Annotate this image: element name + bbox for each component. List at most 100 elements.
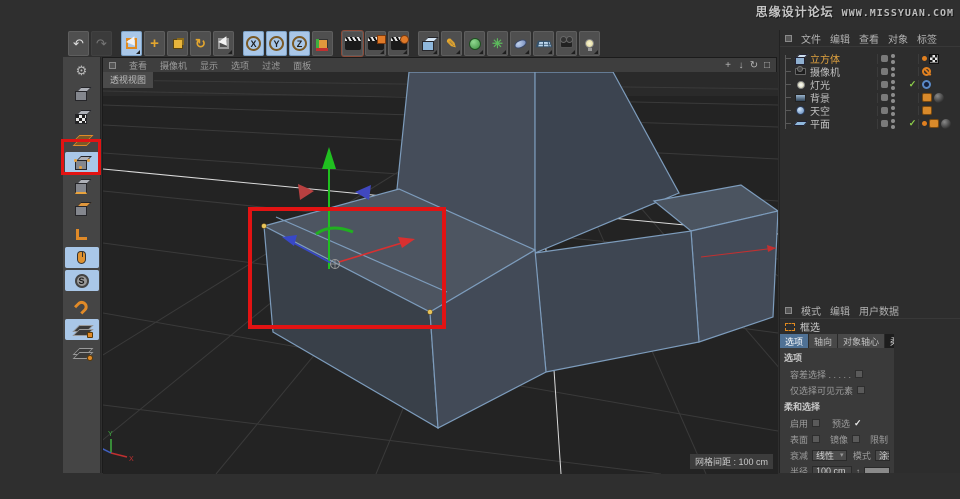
make-editable-button[interactable]: ⚙ <box>65 60 99 81</box>
object-row-plane[interactable]: 平面 ✓ <box>780 117 960 130</box>
rotate-button[interactable]: ↻ <box>190 31 211 56</box>
polygons-mode-button[interactable] <box>65 198 99 219</box>
viewport-solo-button[interactable] <box>65 247 99 268</box>
om-menu-objects[interactable]: 对象 <box>888 31 908 46</box>
texture-mode-button[interactable] <box>65 106 99 127</box>
vp-menu-display[interactable]: 显示 <box>200 59 218 72</box>
enable-axis-button[interactable] <box>65 224 99 245</box>
render-view-button[interactable] <box>342 31 363 56</box>
floor-environment-button[interactable] <box>533 31 554 56</box>
om-menu-edit[interactable]: 编辑 <box>830 31 850 46</box>
layer-toggle[interactable] <box>881 120 888 127</box>
add-light-button[interactable] <box>579 31 600 56</box>
rotate-view-icon[interactable]: ↻ <box>749 60 759 71</box>
lock-x-axis-button[interactable]: X <box>243 31 264 56</box>
spline-pen-button[interactable]: ✎ <box>441 31 462 56</box>
material-tag-icon[interactable] <box>941 119 951 129</box>
om-menu-file[interactable]: 文件 <box>801 31 821 46</box>
perspective-view-tab[interactable]: 透视视图 <box>103 72 154 89</box>
model-mode-button[interactable] <box>65 83 99 104</box>
om-menu-view[interactable]: 查看 <box>859 31 879 46</box>
deformer-button[interactable] <box>510 31 531 56</box>
vp-menu-filter[interactable]: 过滤 <box>262 59 280 72</box>
tab-options[interactable]: 选项 <box>780 334 809 348</box>
target-tag-icon[interactable] <box>922 80 931 89</box>
tab-soft-selection[interactable]: 柔和选择 <box>885 334 894 348</box>
scale-button[interactable] <box>167 31 188 56</box>
visibility-dots[interactable] <box>891 67 895 77</box>
layer-toggle[interactable] <box>881 55 888 62</box>
vp-menu-options[interactable]: 选项 <box>231 59 249 72</box>
lock-workplane-button[interactable] <box>65 319 99 340</box>
material-tag-icon[interactable] <box>934 93 944 103</box>
render-to-picture-viewer-button[interactable] <box>365 31 386 56</box>
visibility-dots[interactable] <box>891 93 895 103</box>
add-camera-button[interactable] <box>556 31 577 56</box>
mode-dropdown[interactable]: 涂抹 <box>875 450 890 461</box>
subdivision-surface-button[interactable] <box>464 31 485 56</box>
move-button[interactable]: + <box>144 31 165 56</box>
vp-menu-view[interactable]: 查看 <box>129 59 147 72</box>
snap-settings-button[interactable]: S <box>65 270 99 291</box>
visibility-dots[interactable] <box>891 106 895 116</box>
texture-tag-icon[interactable] <box>929 54 939 64</box>
om-menu-tags[interactable]: 标签 <box>917 31 937 46</box>
visible-only-row: 仅选择可见元素 <box>780 382 894 398</box>
enabled-check[interactable]: ✓ <box>907 79 918 90</box>
preselect-checkmark[interactable]: ✓ <box>854 418 862 429</box>
dropdown-arrow-icon: ▾ <box>840 451 844 459</box>
layer-toggle[interactable] <box>881 81 888 88</box>
compositing-tag-icon[interactable] <box>922 106 932 115</box>
vp-menu-cameras[interactable]: 摄像机 <box>160 59 187 72</box>
phong-tag-icon[interactable] <box>922 121 927 126</box>
modeling-generator-button[interactable]: ✳ <box>487 31 508 56</box>
live-selection-button[interactable] <box>121 31 142 56</box>
visibility-dots[interactable] <box>891 119 895 129</box>
edges-mode-button[interactable] <box>65 175 99 196</box>
radius-stepper-icon[interactable]: ↕ <box>856 467 860 474</box>
lock-z-axis-button[interactable]: Z <box>289 31 310 56</box>
magnet-snap-button[interactable] <box>65 296 99 317</box>
am-menu-userdata[interactable]: 用户数据 <box>859 303 899 318</box>
am-menu-edit[interactable]: 编辑 <box>830 303 850 318</box>
layer-toggle[interactable] <box>881 94 888 101</box>
tab-axis[interactable]: 轴向 <box>809 334 838 348</box>
compositing-tag-icon[interactable] <box>929 119 939 128</box>
tolerant-selection-checkbox[interactable] <box>855 370 863 378</box>
visibility-dots[interactable] <box>891 80 895 90</box>
radius-slider[interactable] <box>864 467 890 474</box>
tab-object-axis[interactable]: 对象轴心 <box>838 334 885 348</box>
tree-trunk <box>785 55 786 129</box>
compositing-tag-icon[interactable] <box>922 93 932 102</box>
zoom-view-icon[interactable]: ↓ <box>736 60 746 71</box>
redo-button[interactable]: ↷ <box>91 31 112 56</box>
last-tool-button[interactable] <box>213 31 234 56</box>
enable-checkbox[interactable] <box>812 419 820 427</box>
lock-y-axis-button[interactable]: Y <box>266 31 287 56</box>
layer-toggle[interactable] <box>881 107 888 114</box>
render-settings-button[interactable] <box>388 31 409 56</box>
pan-view-icon[interactable]: + <box>723 60 733 71</box>
object-label[interactable]: 平面 <box>810 116 877 131</box>
object-manager-window-icon[interactable] <box>785 35 792 42</box>
coordinate-system-button[interactable] <box>312 31 333 56</box>
surface-checkbox[interactable] <box>812 435 820 443</box>
mirror-checkbox[interactable] <box>852 435 860 443</box>
add-cube-button[interactable] <box>418 31 439 56</box>
toggle-view-icon[interactable]: □ <box>762 60 772 71</box>
viewport-window-icon[interactable] <box>109 62 116 69</box>
vp-menu-panel[interactable]: 面板 <box>293 59 311 72</box>
align-workplane-button[interactable] <box>65 342 99 363</box>
visibility-dots[interactable] <box>891 54 895 64</box>
attribute-window-icon[interactable] <box>785 307 792 314</box>
enabled-check[interactable]: ✓ <box>907 118 918 129</box>
protection-tag-icon[interactable] <box>922 67 931 76</box>
phong-tag-icon[interactable] <box>922 56 927 61</box>
radius-value-field[interactable]: 100 cm <box>812 466 852 474</box>
visible-only-checkbox[interactable] <box>857 386 865 394</box>
falloff-dropdown[interactable]: 线性 ▾ <box>812 450 847 461</box>
layer-toggle[interactable] <box>881 68 888 75</box>
am-menu-mode[interactable]: 模式 <box>801 303 821 318</box>
undo-button[interactable]: ↶ <box>68 31 89 56</box>
mouse-icon <box>77 251 86 264</box>
